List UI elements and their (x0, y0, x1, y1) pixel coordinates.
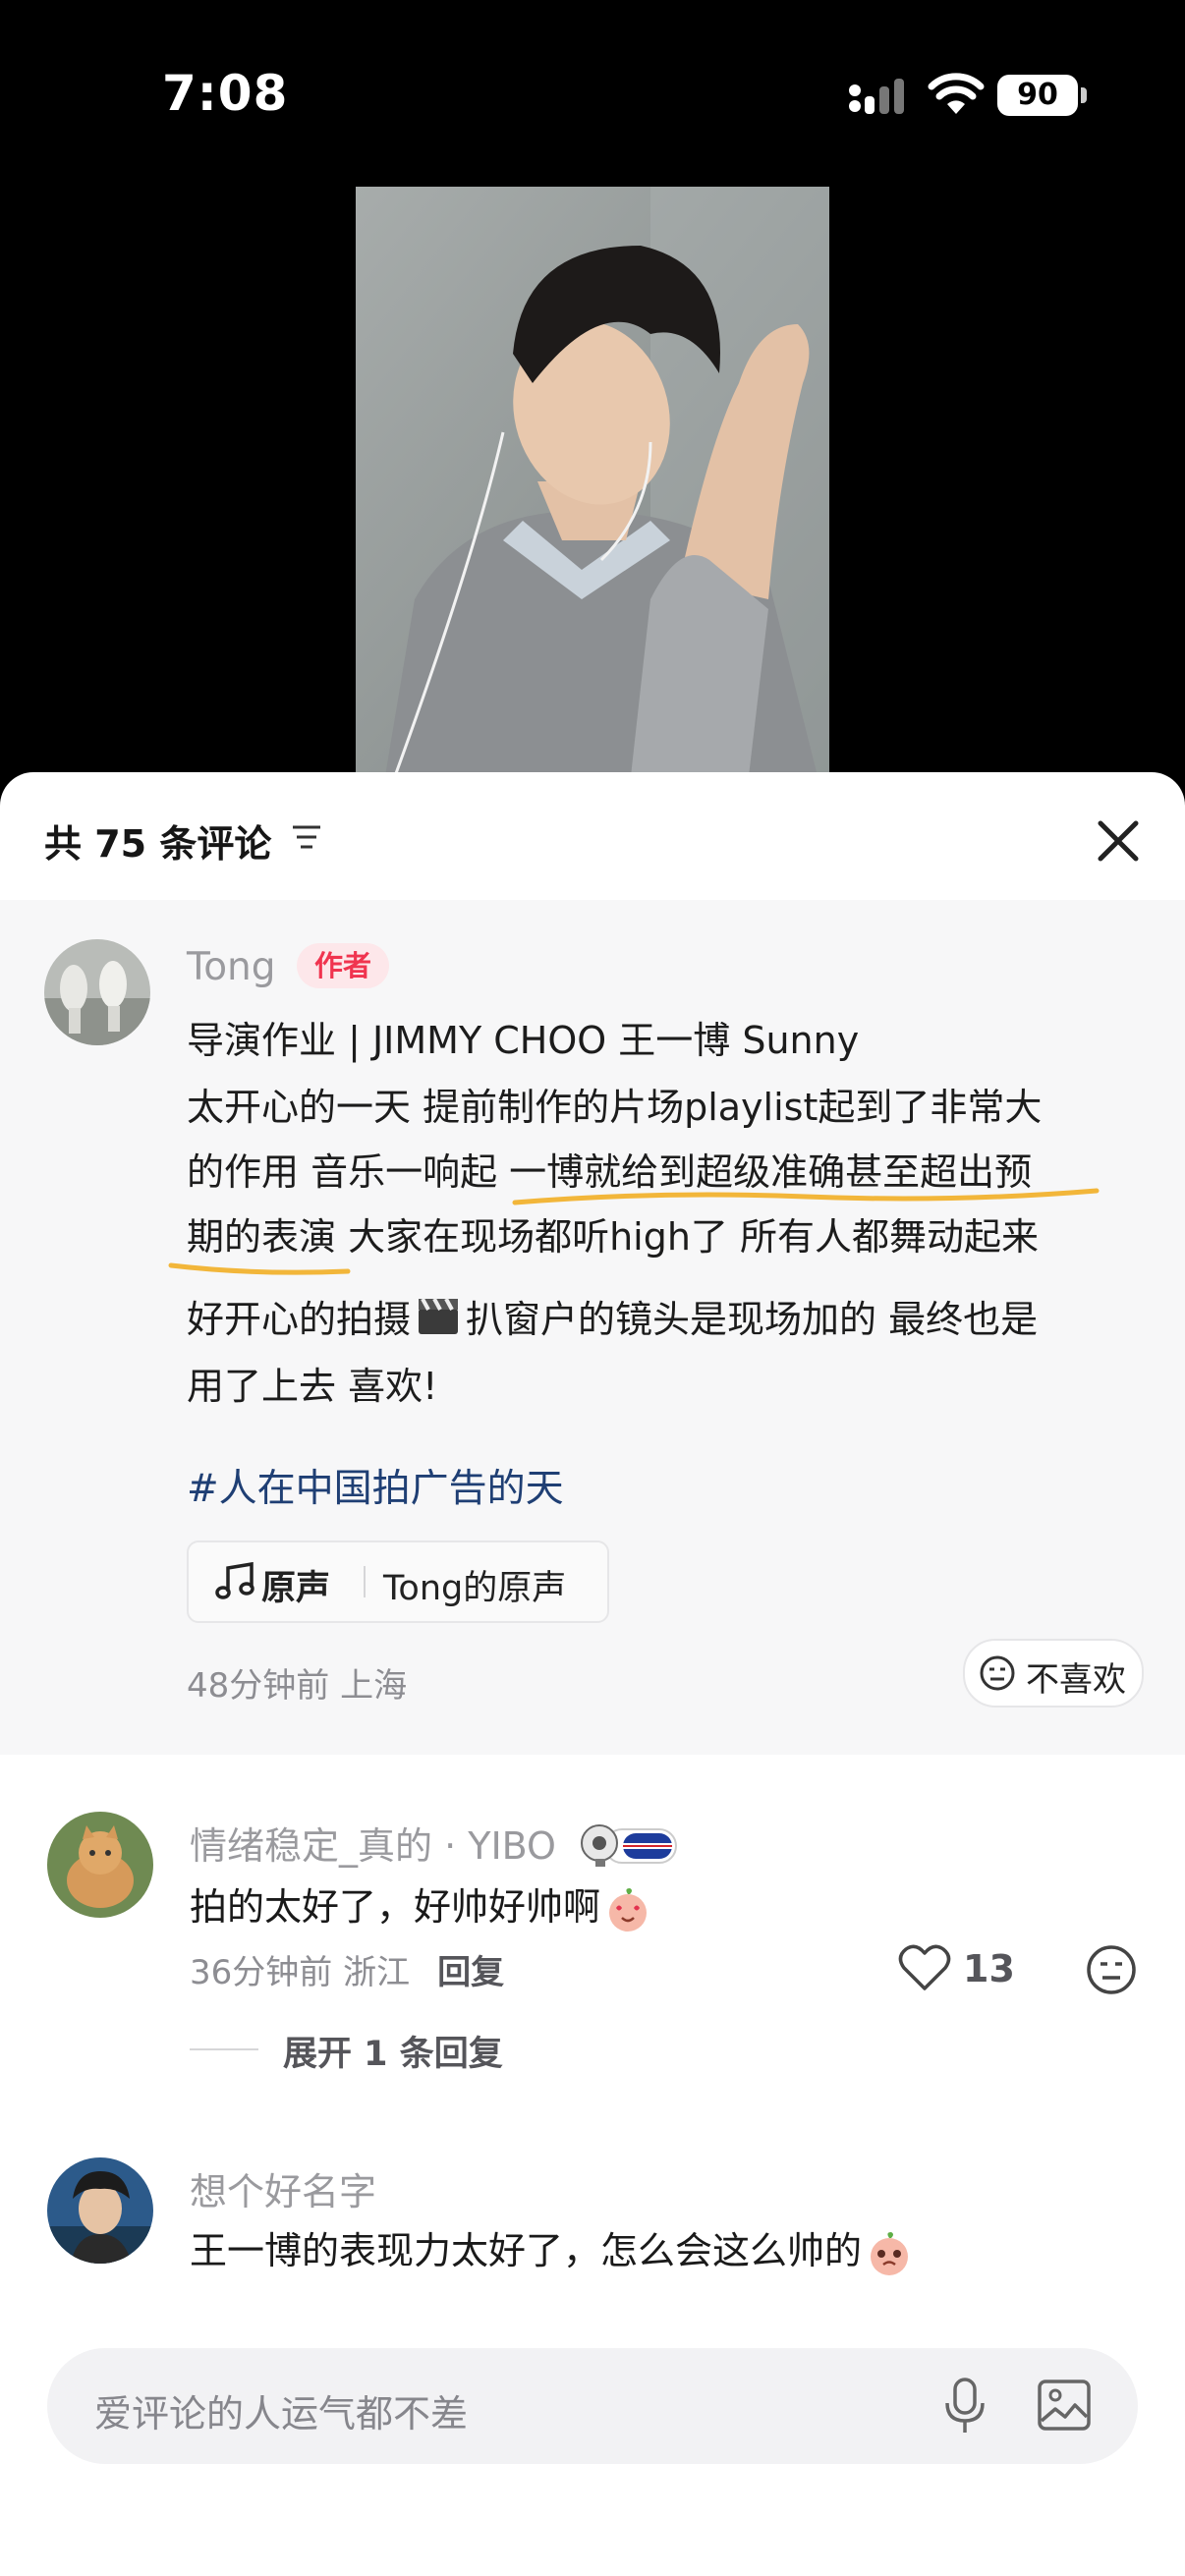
battery-level: 90 (1017, 78, 1058, 112)
reply-button[interactable]: 回复 (437, 1953, 504, 1992)
comment-sheet: 共 75 条评论 Tong 作者 导演作业 | JIMMY CHOO 王一博 S… (0, 772, 1185, 2576)
post-text-line: 用了上去 喜欢! (187, 1365, 438, 1408)
commenter-avatar[interactable] (47, 1812, 153, 1918)
post-text-line: 期的表演 大家在现场都听high了 所有人都舞动起来 (187, 1215, 1040, 1259)
input-placeholder: 爱评论的人运气都不差 (94, 2392, 469, 2436)
comment-text: 王一博的表现力太好了，怎么会这么帅的 (190, 2220, 913, 2277)
close-icon[interactable] (1089, 812, 1148, 870)
commenter-avatar[interactable] (47, 2157, 153, 2264)
comment-text-content: 王一博的表现力太好了，怎么会这么帅的 (190, 2229, 863, 2272)
like-heart-icon[interactable] (898, 1943, 951, 1992)
wifi-icon (928, 73, 985, 114)
mic-icon[interactable] (939, 2376, 990, 2436)
comment-input[interactable]: 爱评论的人运气都不差 (47, 2348, 1138, 2464)
filter-icon[interactable] (291, 823, 322, 853)
music-label: 原声 (261, 1569, 331, 1608)
author-avatar[interactable] (44, 939, 150, 1045)
status-time: 7:08 (162, 65, 289, 122)
commenter-name-text: 情绪稳定_真的 · YIBO (190, 1824, 556, 1868)
status-bar: 7:08 90 (0, 0, 1185, 187)
dislike-label: 不喜欢 (1026, 1660, 1126, 1700)
signal-icon (849, 79, 904, 114)
crying-peach-icon (871, 2231, 909, 2275)
commenter-name[interactable]: 想个好名字 (190, 2161, 376, 2215)
author-badge: 作者 (297, 943, 389, 988)
comment-input-area: 爱评论的人运气都不差 (0, 2326, 1185, 2576)
music-divider (364, 1566, 366, 1597)
comment-count-title: 共 75 条评论 (44, 822, 272, 866)
neutral-face-icon (980, 1655, 1015, 1691)
sheet-header: 共 75 条评论 (0, 772, 1185, 900)
battery-icon: 90 (997, 75, 1078, 116)
video-thumbnail[interactable] (356, 187, 829, 776)
comment-text: 拍的太好了，好帅好帅啊 (190, 1876, 651, 1933)
heart-eyes-peach-icon (609, 1887, 648, 1932)
battery-cap (1081, 87, 1087, 103)
post-text-segment: 好开心的拍摄 (187, 1298, 412, 1341)
author-name[interactable]: Tong (187, 945, 276, 989)
comment-item: 想个好名字 王一博的表现力太好了，怎么会这么帅的 (0, 2138, 1185, 2324)
post-text-line: 导演作业 | JIMMY CHOO 王一博 Sunny (187, 1019, 860, 1062)
expand-divider (190, 2048, 258, 2050)
post-meta: 48分钟前 上海 (187, 1666, 408, 1706)
comment-meta: 36分钟前 浙江 回复 (190, 1945, 504, 1993)
image-icon[interactable] (1036, 2378, 1093, 2433)
original-sound-chip[interactable]: 原声 Tong的原声 (187, 1540, 609, 1623)
highlight-underline (168, 1262, 351, 1275)
post-text-line: 太开心的一天 提前制作的片场playlist起到了非常大 (187, 1086, 1043, 1129)
dislike-button[interactable]: 不喜欢 (963, 1639, 1144, 1708)
expand-replies-button[interactable]: 展开 1 条回复 (283, 2026, 503, 2076)
comment-text-content: 拍的太好了，好帅好帅啊 (190, 1885, 601, 1929)
comment-time-location: 36分钟前 浙江 (190, 1953, 411, 1992)
post-text-segment: 扒窗户的镜头是现场加的 最终也是 (466, 1298, 1039, 1341)
clapperboard-icon (419, 1298, 459, 1334)
video-image (356, 187, 829, 776)
music-note-icon (215, 1562, 254, 1599)
post-text-line-with-emoji: 好开心的拍摄 扒窗户的镜头是现场加的 最终也是 (187, 1289, 1038, 1343)
hashtag-link[interactable]: #人在中国拍广告的天 (187, 1458, 564, 1513)
highlight-underline (512, 1188, 1100, 1205)
author-post: Tong 作者 导演作业 | JIMMY CHOO 王一博 Sunny 太开心的… (0, 900, 1185, 1755)
sports-badge-icon (581, 1824, 678, 1867)
comment-item: 情绪稳定_真的 · YIBO 拍的太好了，好帅好帅啊 36分钟前 浙江 回复 1… (0, 1755, 1185, 2074)
dislike-face-icon[interactable] (1085, 1943, 1138, 1996)
commenter-name[interactable]: 情绪稳定_真的 · YIBO (190, 1816, 678, 1870)
like-count: 13 (963, 1947, 1015, 1990)
music-title: Tong的原声 (383, 1569, 567, 1608)
